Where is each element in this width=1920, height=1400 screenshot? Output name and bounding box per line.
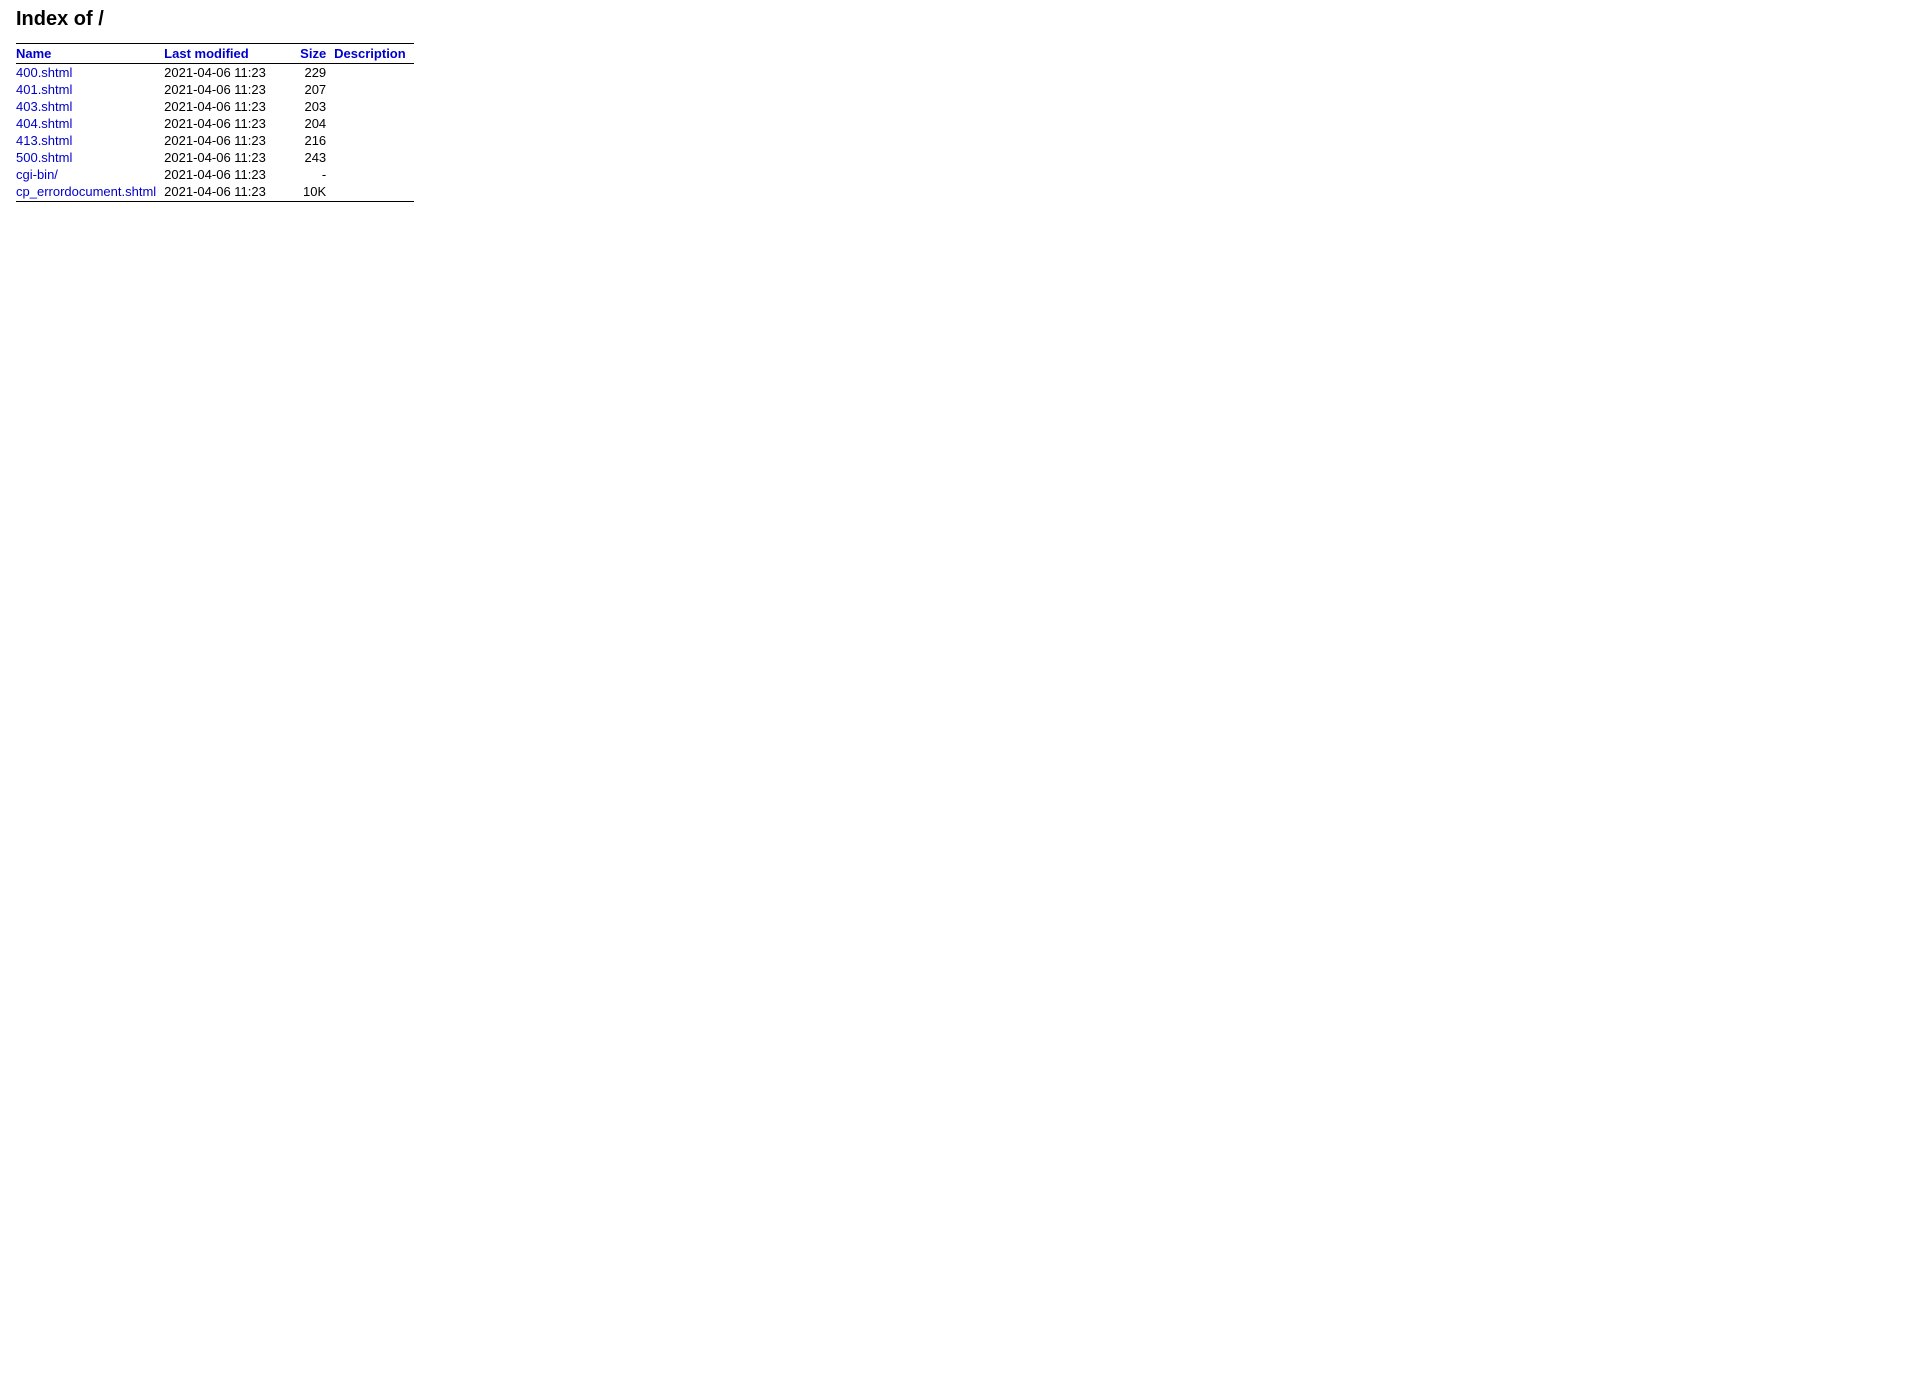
file-size-cell: 229 bbox=[294, 64, 334, 82]
file-name-cell: 403.shtml bbox=[16, 98, 164, 115]
file-link[interactable]: cgi-bin/ bbox=[16, 167, 58, 182]
table-row: 404.shtml 2021-04-06 11:23204 bbox=[16, 115, 414, 132]
file-link[interactable]: 400.shtml bbox=[16, 65, 72, 80]
description-sort-link[interactable]: Description bbox=[334, 46, 406, 61]
file-size-cell: 243 bbox=[294, 149, 334, 166]
file-size-cell: - bbox=[294, 166, 334, 183]
file-modified-cell: 2021-04-06 11:23 bbox=[164, 183, 294, 202]
table-row: 500.shtml 2021-04-06 11:23243 bbox=[16, 149, 414, 166]
file-size-cell: 216 bbox=[294, 132, 334, 149]
file-modified-cell: 2021-04-06 11:23 bbox=[164, 115, 294, 132]
table-header-row: Name Last modified Size Description bbox=[16, 44, 414, 64]
file-name-cell: 404.shtml bbox=[16, 115, 164, 132]
file-description-cell bbox=[334, 115, 414, 132]
file-modified-cell: 2021-04-06 11:23 bbox=[164, 132, 294, 149]
table-row: 413.shtml 2021-04-06 11:23216 bbox=[16, 132, 414, 149]
file-name-cell: 400.shtml bbox=[16, 64, 164, 82]
file-description-cell bbox=[334, 81, 414, 98]
file-description-cell bbox=[334, 149, 414, 166]
table-row: 403.shtml 2021-04-06 11:23203 bbox=[16, 98, 414, 115]
size-sort-link[interactable]: Size bbox=[300, 46, 326, 61]
file-name-cell: 401.shtml bbox=[16, 81, 164, 98]
file-link[interactable]: 403.shtml bbox=[16, 99, 72, 114]
file-description-cell bbox=[334, 183, 414, 202]
file-name-cell: cgi-bin/ bbox=[16, 166, 164, 183]
file-description-cell bbox=[334, 166, 414, 183]
col-header-modified[interactable]: Last modified bbox=[164, 44, 294, 64]
file-link[interactable]: 401.shtml bbox=[16, 82, 72, 97]
table-row: 400.shtml 2021-04-06 11:23229 bbox=[16, 64, 414, 82]
table-row: 401.shtml 2021-04-06 11:23207 bbox=[16, 81, 414, 98]
file-size-cell: 10K bbox=[294, 183, 334, 202]
file-link[interactable]: 413.shtml bbox=[16, 133, 72, 148]
file-modified-cell: 2021-04-06 11:23 bbox=[164, 98, 294, 115]
file-listing-table: Name Last modified Size Description 400.… bbox=[16, 43, 414, 220]
file-modified-cell: 2021-04-06 11:23 bbox=[164, 64, 294, 82]
file-name-cell: cp_errordocument.shtml bbox=[16, 183, 164, 202]
col-header-name[interactable]: Name bbox=[16, 44, 164, 64]
file-name-cell: 413.shtml bbox=[16, 132, 164, 149]
file-size-cell: 207 bbox=[294, 81, 334, 98]
file-modified-cell: 2021-04-06 11:23 bbox=[164, 149, 294, 166]
file-size-cell: 204 bbox=[294, 115, 334, 132]
file-link[interactable]: 500.shtml bbox=[16, 150, 72, 165]
file-modified-cell: 2021-04-06 11:23 bbox=[164, 81, 294, 98]
table-footer-row bbox=[16, 202, 414, 221]
file-description-cell bbox=[334, 132, 414, 149]
file-name-cell: 500.shtml bbox=[16, 149, 164, 166]
table-row: cgi-bin/2021-04-06 11:23- bbox=[16, 166, 414, 183]
file-link[interactable]: cp_errordocument.shtml bbox=[16, 184, 156, 199]
modified-sort-link[interactable]: Last modified bbox=[164, 46, 249, 61]
file-modified-cell: 2021-04-06 11:23 bbox=[164, 166, 294, 183]
table-row: cp_errordocument.shtml 2021-04-06 11:2310… bbox=[16, 183, 414, 202]
name-sort-link[interactable]: Name bbox=[16, 46, 51, 61]
page-title: Index of / bbox=[16, 8, 1904, 31]
file-size-cell: 203 bbox=[294, 98, 334, 115]
col-header-size[interactable]: Size bbox=[294, 44, 334, 64]
file-description-cell bbox=[334, 64, 414, 82]
col-header-description[interactable]: Description bbox=[334, 44, 414, 64]
file-link[interactable]: 404.shtml bbox=[16, 116, 72, 131]
footer-spacer bbox=[16, 202, 414, 221]
file-description-cell bbox=[334, 98, 414, 115]
